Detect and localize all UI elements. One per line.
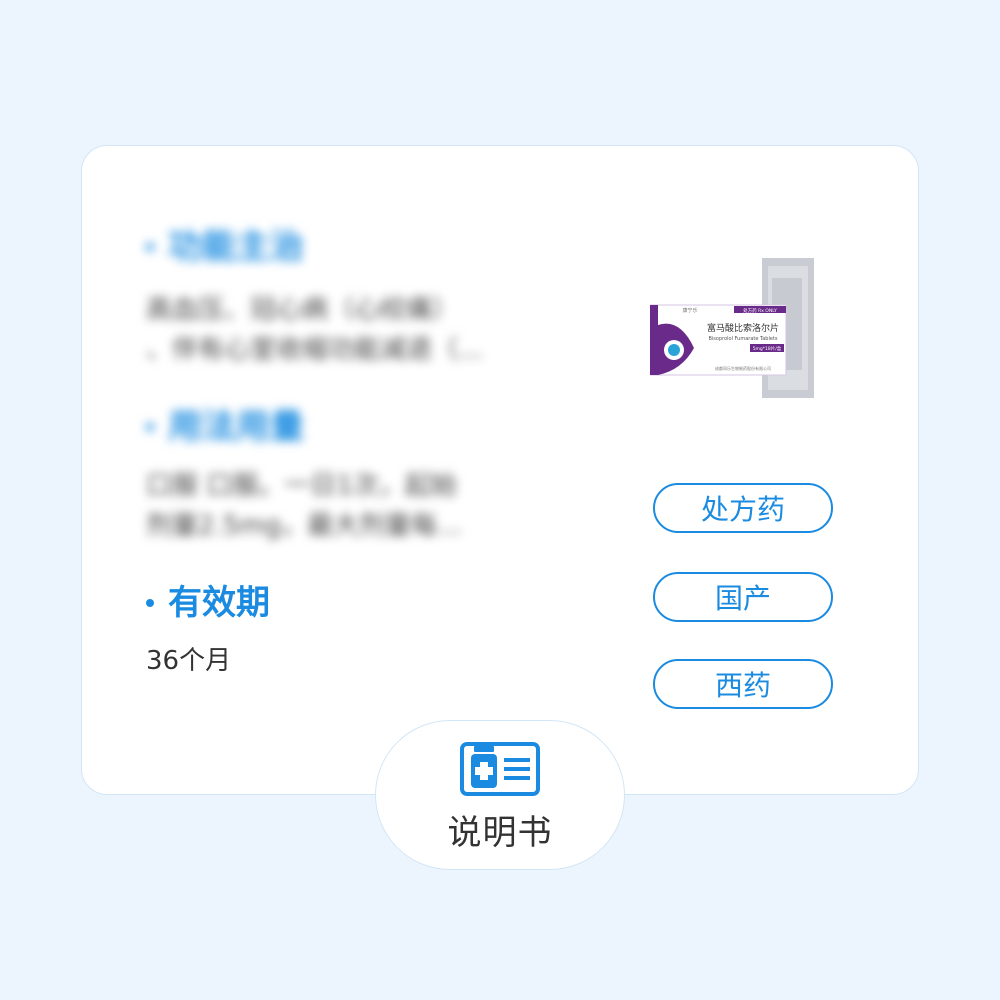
indications-text: 高血压、冠心病（心绞痛） 、伴有心室收缩功能减退（... — [146, 295, 483, 365]
svg-text:康宁乐: 康宁乐 — [682, 307, 697, 314]
tag-prescription: 处方药 — [653, 483, 833, 533]
indications-title: 功能主治 — [146, 230, 304, 264]
svg-text:Bisoprolol Fumarate Tablets: Bisoprolol Fumarate Tablets — [708, 336, 777, 342]
drug-info-card: 功能主治 高血压、冠心病（心绞痛） 、伴有心室收缩功能减退（... 用法用量 口… — [81, 145, 919, 795]
tag-western-medicine: 西药 — [653, 659, 833, 709]
expiry-title: 有效期 — [146, 586, 270, 620]
svg-text:处方药 Rx ONLY: 处方药 Rx ONLY — [743, 307, 777, 314]
manual-button[interactable]: 说明书 — [375, 720, 625, 870]
svg-text:5mg*18片/盒: 5mg*18片/盒 — [753, 345, 782, 352]
product-image: 处方药 Rx ONLY 康宁乐 富马酸比索洛尔片 Bisoprolol Fuma… — [650, 258, 814, 398]
expiry-text: 36个月 — [146, 646, 232, 676]
bullet-dot — [146, 243, 154, 251]
medicine-manual-icon — [460, 742, 540, 796]
bullet-dot — [146, 423, 154, 431]
svg-text:富马酸比索洛尔片: 富马酸比索洛尔片 — [707, 322, 779, 334]
dosage-title: 用法用量 — [146, 410, 304, 444]
tag-domestic: 国产 — [653, 572, 833, 622]
dosage-text: 口服 口服。一日1次，起始 剂量2.5mg，最大剂量每... — [146, 471, 462, 541]
bullet-dot — [146, 599, 154, 607]
svg-text:成都同乐生物制药股份有限公司: 成都同乐生物制药股份有限公司 — [715, 365, 771, 371]
manual-label: 说明书 — [447, 813, 553, 853]
